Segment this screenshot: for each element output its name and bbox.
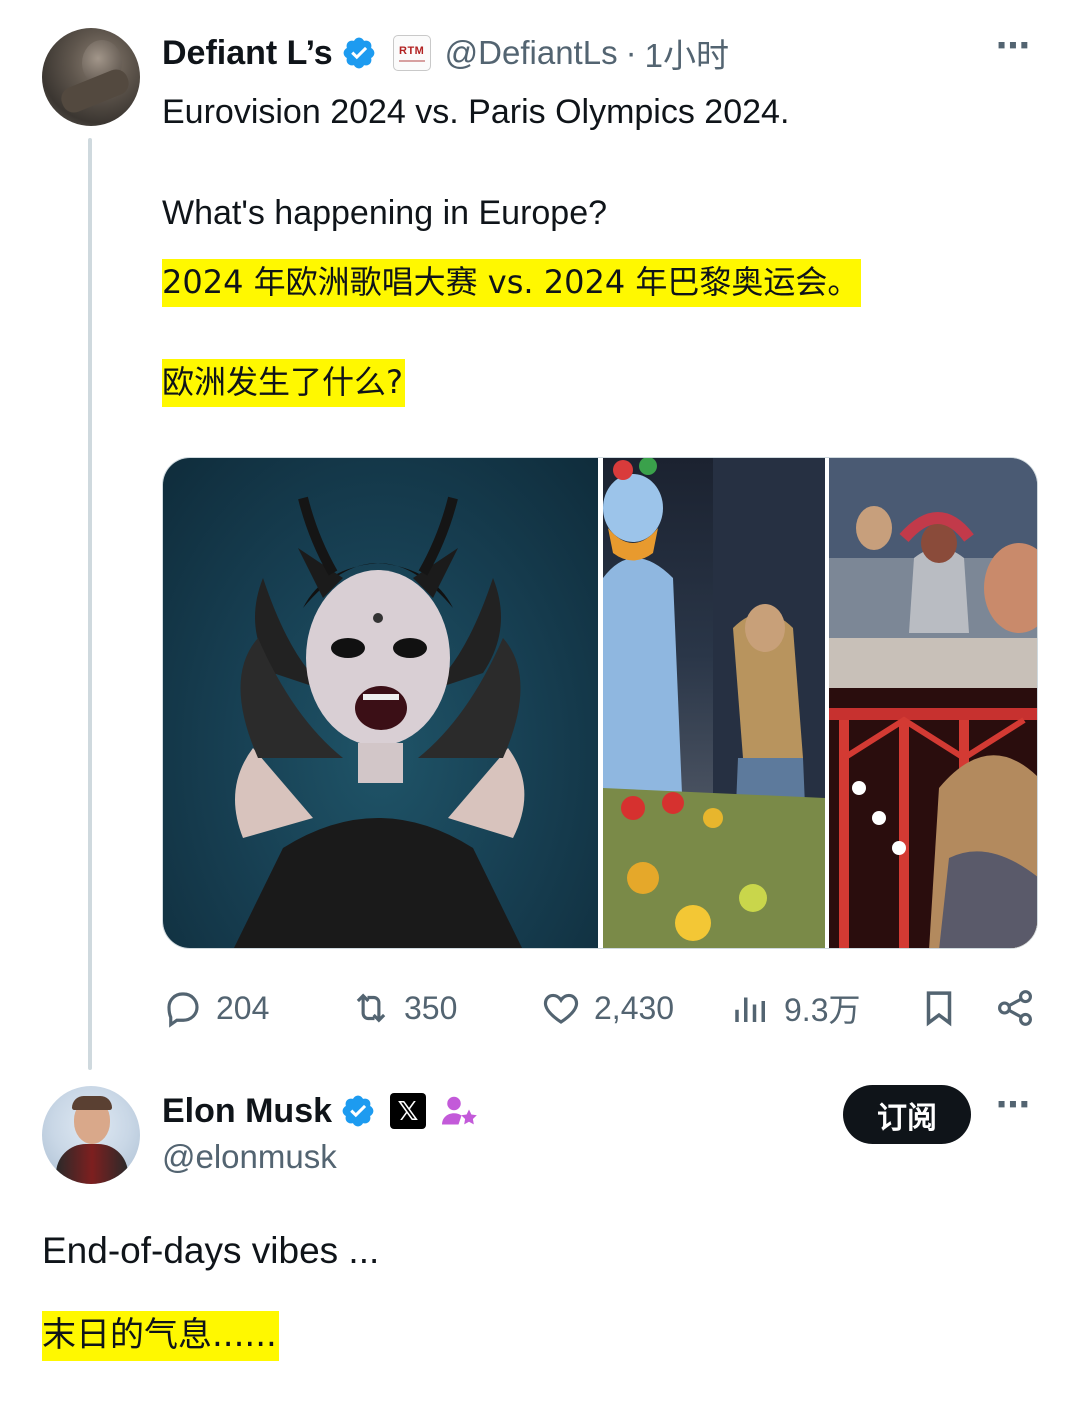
share-button[interactable] (994, 982, 1036, 1034)
verified-icon (343, 37, 375, 69)
views-button[interactable]: 9.3万 (730, 982, 861, 1034)
eurovision-performer-illustration (233, 496, 525, 948)
tweet-author-handle[interactable]: @DefiantLs (445, 34, 618, 72)
olympics-performer-illustration (603, 458, 825, 948)
views-icon (735, 997, 765, 1022)
reply-count: 204 (216, 989, 270, 1026)
reply-author-row: Elon Musk 𝕏 (162, 1088, 480, 1134)
tweet-text-line-2: What's happening in Europe? (162, 194, 608, 232)
bookmark-button[interactable] (918, 982, 960, 1034)
reply-text: End-of-days vibes ... (42, 1230, 380, 1271)
tweet-text-line-1: Eurovision 2024 vs. Paris Olympics 2024. (162, 93, 790, 131)
repost-icon (356, 993, 386, 1023)
affiliate-badge-label: RTM (399, 44, 425, 57)
subscriber-badge-icon (442, 1096, 477, 1125)
x-affiliate-badge[interactable]: 𝕏 (390, 1093, 427, 1129)
thread-connector-line (88, 138, 92, 1070)
view-count: 9.3万 (784, 992, 861, 1028)
more-icon[interactable]: ⋯ (996, 1085, 1032, 1125)
share-icon (998, 990, 1032, 1026)
repost-button[interactable]: 350 (350, 982, 457, 1034)
highlighted-translation: 2024 年欧洲歌唱大赛 vs. 2024 年巴黎奥运会。 (162, 259, 862, 307)
separator-dot: · (625, 34, 637, 71)
tweet-translation-line-2: 欧洲发生了什么? (162, 359, 405, 407)
tweet-media-grid[interactable] (162, 457, 1038, 949)
elon-avatar[interactable] (42, 1086, 140, 1184)
tweet-timestamp[interactable]: 1小时 (645, 29, 729, 77)
like-count: 2,430 (594, 989, 675, 1026)
affiliate-badge-underline (398, 59, 425, 62)
media-image-olympics-1[interactable] (603, 458, 825, 948)
bookmark-icon (926, 991, 952, 1027)
subscribe-button[interactable]: 订阅 (843, 1085, 971, 1144)
media-image-olympics-2[interactable] (829, 458, 1037, 948)
tweet-actions-bar: 204 350 2,430 9.3万 (162, 982, 1038, 1034)
like-icon (543, 993, 579, 1024)
tweet-translation-line-1: 2024 年欧洲歌唱大赛 vs. 2024 年巴黎奥运会。 (162, 259, 862, 307)
verified-icon (342, 1095, 374, 1127)
reply-author-name[interactable]: Elon Musk (162, 1092, 332, 1131)
tweet-author-name[interactable]: Defiant L’s (162, 34, 333, 73)
highlighted-translation: 末日的气息...... (42, 1311, 279, 1361)
reply-translation: 末日的气息...... (42, 1307, 279, 1361)
defiant-avatar[interactable] (42, 28, 140, 126)
avatar-body (56, 1144, 128, 1184)
like-button[interactable]: 2,430 (540, 982, 674, 1034)
reply-icon (167, 992, 199, 1028)
media-image-eurovision[interactable] (163, 458, 598, 948)
reply-author-handle[interactable]: @elonmusk (162, 1138, 337, 1176)
more-icon[interactable]: ⋯ (996, 26, 1032, 66)
affiliate-badge[interactable]: RTM (392, 35, 431, 71)
repost-count: 350 (404, 989, 458, 1026)
avatar-hair (72, 1096, 112, 1110)
highlighted-translation: 欧洲发生了什么? (162, 359, 405, 407)
olympics-stage-illustration (829, 458, 1037, 948)
reply-button[interactable]: 204 (162, 982, 269, 1034)
tweet-author-row: Defiant L’s RTM @DefiantLs · 1小时 (162, 30, 729, 76)
